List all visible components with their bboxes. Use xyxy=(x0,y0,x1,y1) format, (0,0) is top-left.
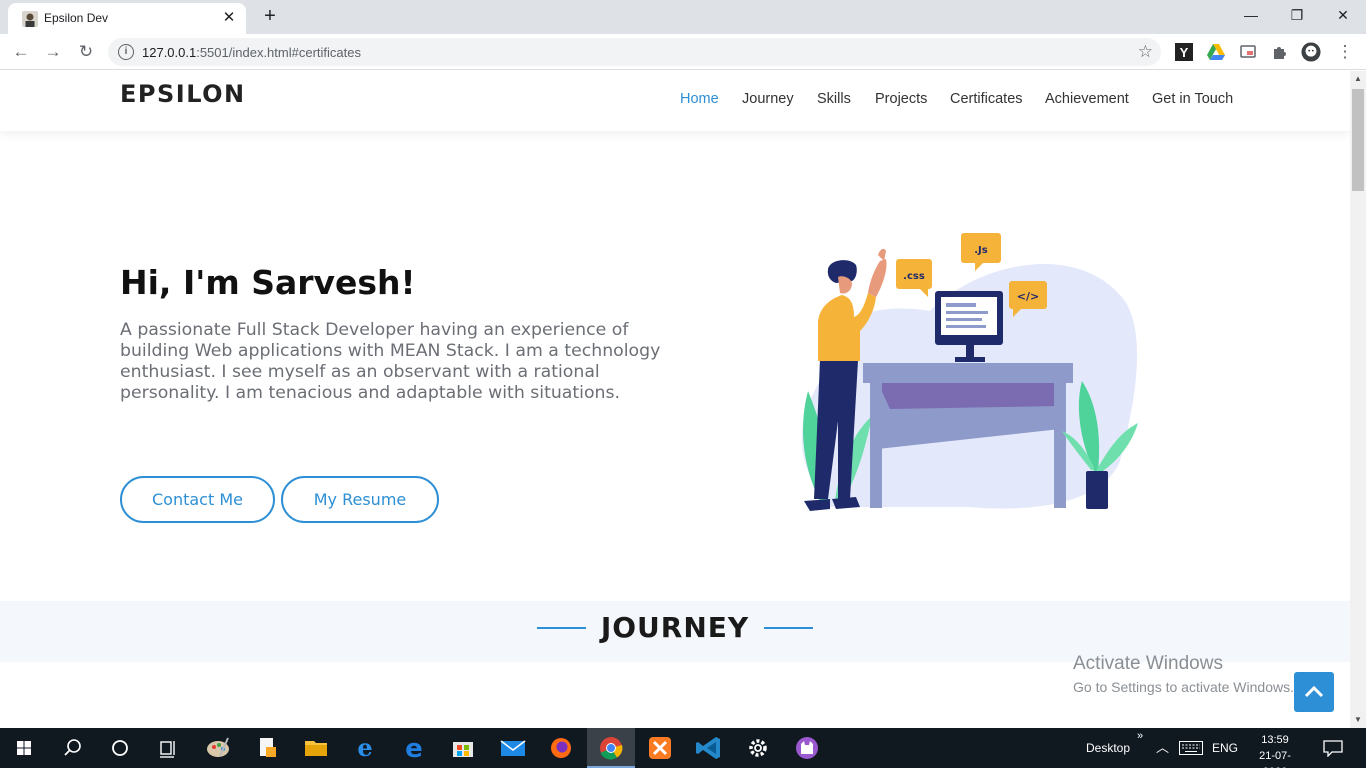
scrollbar-thumb[interactable] xyxy=(1352,89,1364,191)
browser-menu-icon[interactable]: ⋮ xyxy=(1333,40,1357,64)
notification-center-icon[interactable] xyxy=(1323,740,1343,757)
site-brand[interactable]: EPSILON xyxy=(120,80,246,108)
windows-logo-icon xyxy=(17,741,31,755)
cortana-button[interactable] xyxy=(96,728,144,768)
journey-title: JOURNEY xyxy=(600,611,750,644)
site-info-icon[interactable]: i xyxy=(118,44,134,60)
url-text[interactable]: 127.0.0.1:5501/index.html#certificates xyxy=(142,45,361,60)
css-tag-label: .css xyxy=(903,271,925,282)
search-button[interactable] xyxy=(48,728,96,768)
address-bar[interactable]: i 127.0.0.1:5501/index.html#certificates… xyxy=(108,38,1161,66)
language-indicator[interactable]: ENG xyxy=(1212,728,1238,768)
gear-icon xyxy=(749,739,767,757)
site-favicon-icon xyxy=(22,11,38,27)
close-window-button[interactable]: ✕ xyxy=(1320,0,1366,30)
developer-illustration: .css .Js </> xyxy=(801,233,1138,511)
taskbar-xampp[interactable] xyxy=(636,728,684,768)
taskbar-edge[interactable]: e xyxy=(390,728,438,768)
page-scrollbar[interactable]: ▲ ▼ xyxy=(1350,71,1366,728)
clock-time: 13:59 xyxy=(1261,734,1289,746)
document-icon xyxy=(260,738,276,757)
taskbar-clock[interactable]: 13:59 21-07-2020 xyxy=(1253,732,1297,768)
minimize-button[interactable]: — xyxy=(1228,0,1274,30)
reload-button[interactable]: ↻ xyxy=(74,40,98,64)
chrome-icon xyxy=(600,737,623,760)
github-cat-icon xyxy=(796,737,818,759)
paint-palette-icon xyxy=(207,737,229,757)
search-icon xyxy=(64,739,81,756)
start-button[interactable] xyxy=(0,728,48,768)
code-tag-label: </> xyxy=(1017,290,1039,303)
taskbar-firefox[interactable] xyxy=(537,728,585,768)
task-view-icon xyxy=(160,741,175,758)
taskbar-pdf-app[interactable] xyxy=(243,728,291,768)
page-viewport: EPSILON Home Journey Skills Projects Cer… xyxy=(0,71,1350,728)
chevron-up-tray-icon[interactable]: ︿ xyxy=(1156,728,1169,768)
journey-line-right xyxy=(764,627,813,629)
windows-taskbar: e e Desktop » ︿ ENG 13:59 21-07- xyxy=(0,728,1366,768)
clock-date: 21-07-2020 xyxy=(1259,750,1291,768)
site-navbar: EPSILON Home Journey Skills Projects Cer… xyxy=(0,71,1350,131)
taskbar-chrome[interactable] xyxy=(587,728,635,768)
taskbar-mail[interactable] xyxy=(488,728,536,768)
taskbar-paint-app[interactable] xyxy=(194,728,242,768)
activate-windows-watermark: Activate Windows Go to Settings to activ… xyxy=(1073,653,1294,695)
extensions-puzzle-icon[interactable] xyxy=(1270,42,1290,62)
nav-achievement[interactable]: Achievement xyxy=(1045,91,1129,107)
tab-close-icon[interactable]: ✕ xyxy=(220,9,238,27)
browser-tab-strip: Epsilon Dev ✕ + — ❐ ✕ xyxy=(0,0,1366,34)
nav-get-in-touch[interactable]: Get in Touch xyxy=(1152,91,1233,107)
mail-icon xyxy=(500,740,526,756)
tab-title: Epsilon Dev xyxy=(44,11,109,25)
svg-text:e: e xyxy=(357,733,372,762)
internet-explorer-icon: e xyxy=(357,733,372,762)
svg-text:Y: Y xyxy=(1180,45,1189,60)
contact-me-button[interactable]: Contact Me xyxy=(120,476,275,523)
browser-tab[interactable]: Epsilon Dev ✕ xyxy=(8,3,246,34)
taskbar-file-explorer[interactable] xyxy=(292,728,340,768)
hero-description: A passionate Full Stack Developer having… xyxy=(120,320,661,403)
store-bag-icon xyxy=(453,742,473,757)
hero-title: Hi, I'm Sarvesh! xyxy=(120,263,416,302)
nav-projects[interactable]: Projects xyxy=(875,91,927,107)
svg-text:e: e xyxy=(405,734,423,764)
nav-journey[interactable]: Journey xyxy=(742,91,794,107)
folder-icon xyxy=(305,741,327,756)
keyboard-icon[interactable] xyxy=(1179,741,1203,755)
taskbar-settings[interactable] xyxy=(734,728,782,768)
task-view-button[interactable] xyxy=(144,728,192,768)
google-drive-icon[interactable] xyxy=(1206,42,1226,62)
scroll-to-top-button[interactable] xyxy=(1294,672,1334,712)
xampp-icon xyxy=(649,737,671,759)
scroll-down-arrow-icon[interactable]: ▼ xyxy=(1350,712,1366,728)
back-button[interactable]: ← xyxy=(9,40,33,64)
forward-button[interactable]: → xyxy=(41,40,65,64)
cortana-circle-icon xyxy=(112,740,128,756)
edge-icon: e xyxy=(405,734,423,764)
cast-icon[interactable] xyxy=(1238,42,1258,62)
firefox-icon xyxy=(551,738,571,758)
my-resume-button[interactable]: My Resume xyxy=(281,476,439,523)
restore-button[interactable]: ❐ xyxy=(1274,0,1320,30)
profile-avatar-icon[interactable] xyxy=(1301,42,1321,62)
taskbar-vscode[interactable] xyxy=(685,728,733,768)
browser-toolbar: ← → ↻ i 127.0.0.1:5501/index.html#certif… xyxy=(0,34,1366,70)
taskbar-github-desktop[interactable] xyxy=(783,728,831,768)
bookmark-star-icon[interactable]: ☆ xyxy=(1138,42,1153,62)
chevron-up-icon xyxy=(1304,685,1324,698)
nav-certificates[interactable]: Certificates xyxy=(950,91,1023,107)
activate-windows-hint: Go to Settings to activate Windows. xyxy=(1073,679,1294,695)
new-tab-button[interactable]: + xyxy=(256,5,284,29)
taskbar-store[interactable] xyxy=(439,728,487,768)
vscode-icon xyxy=(696,737,720,759)
y-extension-icon[interactable]: Y xyxy=(1174,42,1194,62)
activate-windows-title: Activate Windows xyxy=(1073,653,1223,674)
nav-skills[interactable]: Skills xyxy=(817,91,851,107)
scroll-up-arrow-icon[interactable]: ▲ xyxy=(1350,71,1366,87)
desktop-toolbar-label[interactable]: Desktop xyxy=(1086,728,1130,768)
js-tag-label: .Js xyxy=(974,245,988,256)
toolbar-expand-icon[interactable]: » xyxy=(1137,716,1143,756)
taskbar-internet-explorer[interactable]: e xyxy=(341,728,389,768)
nav-home[interactable]: Home xyxy=(680,91,719,107)
